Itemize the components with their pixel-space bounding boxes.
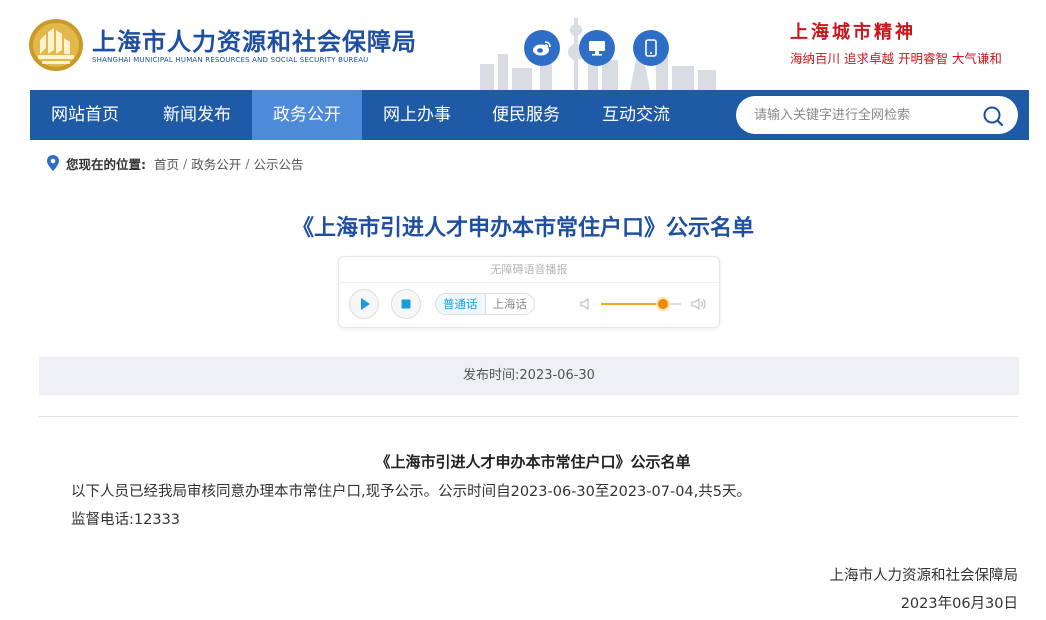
publish-info-bar: 发布时间:2023-06-30 <box>39 357 1019 395</box>
volume-down-icon[interactable] <box>579 297 593 311</box>
search-box <box>736 96 1018 134</box>
signature-organization: 上海市人力资源和社会保障局 <box>829 568 1019 584</box>
language-switch: 普通话 上海话 <box>435 293 535 315</box>
desktop-icon <box>589 41 605 56</box>
nav-item-public-services[interactable]: 便民服务 <box>473 90 579 140</box>
publish-date: 2023-06-30 <box>519 368 595 383</box>
nav-item-government-affairs[interactable]: 政务公开 <box>252 90 362 140</box>
mobile-button[interactable] <box>633 30 669 66</box>
breadcrumb: 您现在的位置: 首页 / 政务公开 / 公示公告 <box>46 154 303 172</box>
nav-item-home[interactable]: 网站首页 <box>30 90 140 140</box>
volume-up-icon[interactable] <box>691 296 707 312</box>
body-title: 《上海市引进人才申办本市常住户口》公示名单 <box>375 453 691 471</box>
desktop-button[interactable] <box>579 30 615 66</box>
breadcrumb-announcements[interactable]: 公示公告 <box>253 154 303 173</box>
body-paragraph: 以下人员已经我局审核同意办理本市常住户口,现予公示。公示时间自2023-06-3… <box>71 484 751 500</box>
play-icon <box>361 298 370 310</box>
stop-icon <box>401 299 411 309</box>
supervision-phone: 监督电话:12333 <box>71 508 180 529</box>
breadcrumb-home[interactable]: 首页 <box>154 154 179 173</box>
breadcrumb-label: 您现在的位置: <box>66 156 146 172</box>
volume-slider-fill <box>601 303 664 305</box>
publish-label: 发布时间: <box>463 368 520 383</box>
mobile-icon <box>645 39 657 57</box>
search-icon[interactable] <box>982 105 1004 127</box>
site-header: 上海市人力资源和社会保障局 SHANGHAI MUNICIPAL HUMAN R… <box>0 0 1046 90</box>
city-spirit-slogan: 海纳百川 追求卓越 开明睿智 大气谦和 <box>790 51 1002 66</box>
search-input[interactable] <box>754 96 974 134</box>
nav-item-interaction[interactable]: 互动交流 <box>583 90 689 140</box>
audio-player-heading: 无障碍语音播报 <box>339 257 719 283</box>
bureau-emblem-icon[interactable] <box>28 18 84 72</box>
phone-label: 监督电话: <box>71 512 134 528</box>
weibo-button[interactable] <box>524 30 560 66</box>
play-button[interactable] <box>349 289 379 319</box>
breadcrumb-government-affairs[interactable]: 政务公开 <box>191 154 241 173</box>
content-divider <box>39 416 1019 417</box>
volume-slider-handle[interactable] <box>658 299 669 309</box>
nav-item-online-services[interactable]: 网上办事 <box>364 90 470 140</box>
audio-player: 无障碍语音播报 普通话 上海话 <box>338 256 720 328</box>
city-spirit-title: 上海城市精神 <box>790 22 916 43</box>
phone-number: 12333 <box>133 512 181 528</box>
breadcrumb-separator: / <box>245 155 250 171</box>
location-pin-icon <box>47 155 59 171</box>
lang-shanghainese-button[interactable]: 上海话 <box>484 294 535 314</box>
stop-button[interactable] <box>391 289 421 319</box>
site-name[interactable]: 上海市人力资源和社会保障局 <box>92 22 417 57</box>
lang-mandarin-button[interactable]: 普通话 <box>436 294 485 314</box>
volume-slider[interactable] <box>601 299 681 309</box>
article-title: 《上海市引进人才申办本市常住户口》公示名单 <box>291 216 754 241</box>
nav-item-news[interactable]: 新闻发布 <box>144 90 250 140</box>
breadcrumb-separator: / <box>183 155 188 171</box>
signature-date: 2023年06月30日 <box>900 596 1018 612</box>
main-nav: 网站首页 新闻发布 政务公开 网上办事 便民服务 互动交流 <box>30 90 1029 140</box>
weibo-icon <box>533 41 551 56</box>
site-name-english: SHANGHAI MUNICIPAL HUMAN RESOURCES AND S… <box>92 56 369 64</box>
